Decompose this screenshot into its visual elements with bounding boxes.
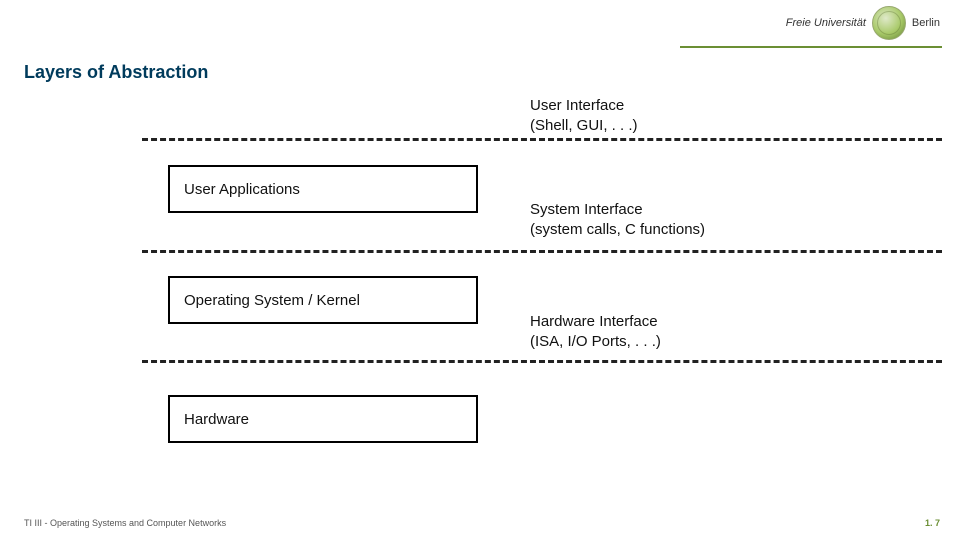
layer-box-operating-system: Operating System / Kernel xyxy=(168,276,478,324)
layer-box-hardware: Hardware xyxy=(168,395,478,443)
interface-line2: (Shell, GUI, . . .) xyxy=(530,116,638,136)
layer-box-user-applications: User Applications xyxy=(168,165,478,213)
layer-label: User Applications xyxy=(184,181,300,198)
divider-1 xyxy=(142,138,942,141)
divider-3 xyxy=(142,360,942,363)
slide-title: Layers of Abstraction xyxy=(24,62,208,83)
seal-icon xyxy=(872,6,906,40)
interface-line2: (ISA, I/O Ports, . . .) xyxy=(530,332,661,352)
logo-text-left: Freie Universität xyxy=(786,17,866,29)
logo-text-right: Berlin xyxy=(912,17,940,29)
interface-line1: System Interface xyxy=(530,200,705,220)
interface-line2: (system calls, C functions) xyxy=(530,220,705,240)
interface-label-hardware: Hardware Interface (ISA, I/O Ports, . . … xyxy=(530,312,661,351)
interface-label-system: System Interface (system calls, C functi… xyxy=(530,200,705,239)
header-rule xyxy=(680,46,942,48)
university-logo: Freie Universität Berlin xyxy=(786,6,940,40)
interface-line1: Hardware Interface xyxy=(530,312,661,332)
interface-label-user: User Interface (Shell, GUI, . . .) xyxy=(530,96,638,135)
layer-label: Hardware xyxy=(184,411,249,428)
footer-page-number: 1. 7 xyxy=(925,518,940,528)
divider-2 xyxy=(142,250,942,253)
layer-label: Operating System / Kernel xyxy=(184,292,360,309)
interface-line1: User Interface xyxy=(530,96,638,116)
footer-course: TI III - Operating Systems and Computer … xyxy=(24,518,226,528)
